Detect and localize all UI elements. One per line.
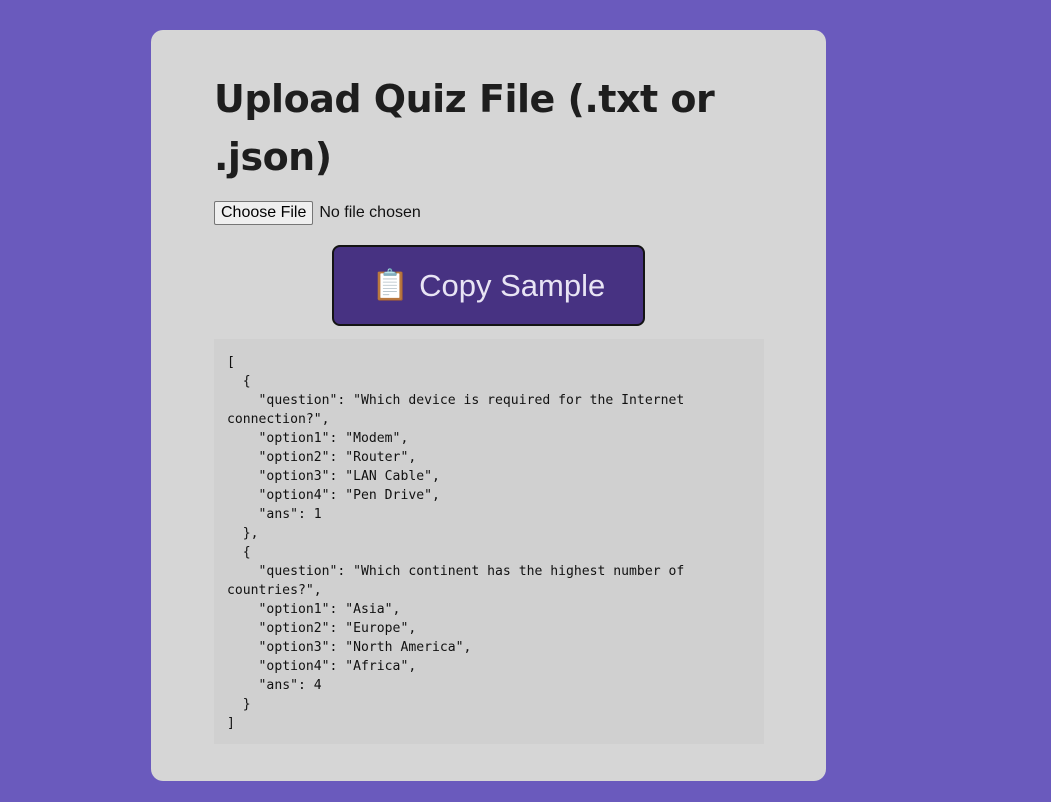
page-title: Upload Quiz File (.txt or .json) <box>214 77 715 179</box>
upload-card: Upload Quiz File (.txt or .json) Choose … <box>151 30 826 781</box>
file-input[interactable]: Choose File No file chosen <box>214 201 421 225</box>
file-status-text: No file chosen <box>319 204 421 221</box>
copy-sample-button[interactable]: 📋 Copy Sample <box>332 245 645 326</box>
sample-json-code: [ { "question": "Which device is require… <box>214 339 764 744</box>
clipboard-icon: 📋 <box>371 268 410 302</box>
choose-file-button[interactable]: Choose File <box>214 201 314 225</box>
copy-sample-label: Copy Sample <box>419 267 606 303</box>
